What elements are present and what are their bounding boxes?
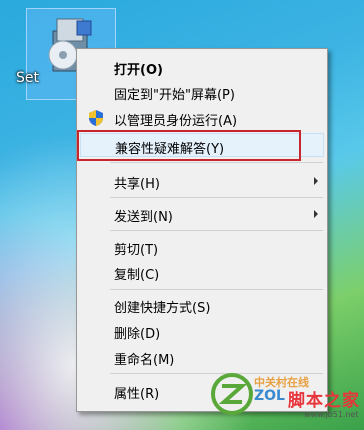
menu-separator	[110, 197, 323, 198]
file-name-label: Set	[16, 70, 39, 86]
menu-item-label: 剪切(T)	[114, 243, 159, 258]
menu-item-label: 以管理员身份运行(A)	[114, 114, 238, 129]
highlight-box	[77, 130, 301, 161]
menu-item-label: 创建快捷方式(S)	[114, 301, 211, 316]
menu-item-copy[interactable]: 复制(C)	[80, 260, 324, 284]
menu-item-send-to[interactable]: 发送到(N)	[80, 202, 324, 226]
submenu-arrow-icon	[314, 177, 318, 185]
menu-item-label: 固定到"开始"屏幕(P)	[114, 88, 235, 103]
submenu-arrow-icon	[314, 210, 318, 218]
watermark: 中关村在线 ZOL 脚本之家 www.jb51.net	[210, 372, 364, 430]
menu-item-open[interactable]: 打开(O)	[80, 55, 324, 79]
menu-item-label: 删除(D)	[114, 327, 161, 342]
menu-item-create-shortcut[interactable]: 创建快捷方式(S)	[80, 293, 324, 317]
menu-item-cut[interactable]: 剪切(T)	[80, 235, 324, 259]
zol-logo-icon	[211, 373, 253, 415]
menu-item-label: 属性(R)	[114, 387, 160, 402]
menu-separator	[110, 289, 323, 290]
menu-item-label: 共享(H)	[114, 177, 160, 192]
menu-item-share[interactable]: 共享(H)	[80, 169, 324, 193]
uac-shield-icon	[89, 110, 103, 126]
menu-item-run-as-admin[interactable]: 以管理员身份运行(A)	[80, 106, 324, 130]
menu-item-label: 打开(O)	[114, 63, 163, 78]
menu-item-label: 发送到(N)	[114, 210, 173, 225]
context-menu: 打开(O) 固定到"开始"屏幕(P) 以管理员身份运行(A) 兼容性疑难解答(Y…	[76, 48, 328, 412]
menu-item-label: 复制(C)	[114, 268, 160, 283]
menu-item-rename[interactable]: 重命名(M)	[80, 345, 324, 369]
menu-item-label: 重命名(M)	[114, 353, 175, 368]
watermark-zol-text: ZOL	[254, 388, 285, 404]
watermark-url: www.jb51.net	[304, 410, 359, 419]
menu-item-pin-to-start[interactable]: 固定到"开始"屏幕(P)	[80, 80, 324, 104]
menu-item-compatibility-troubleshoot[interactable]: 兼容性疑难解答(Y)	[77, 130, 324, 161]
watermark-jb-text: 脚本之家	[288, 391, 360, 411]
menu-separator	[110, 230, 323, 231]
menu-separator	[110, 162, 323, 163]
menu-item-delete[interactable]: 删除(D)	[80, 319, 324, 343]
